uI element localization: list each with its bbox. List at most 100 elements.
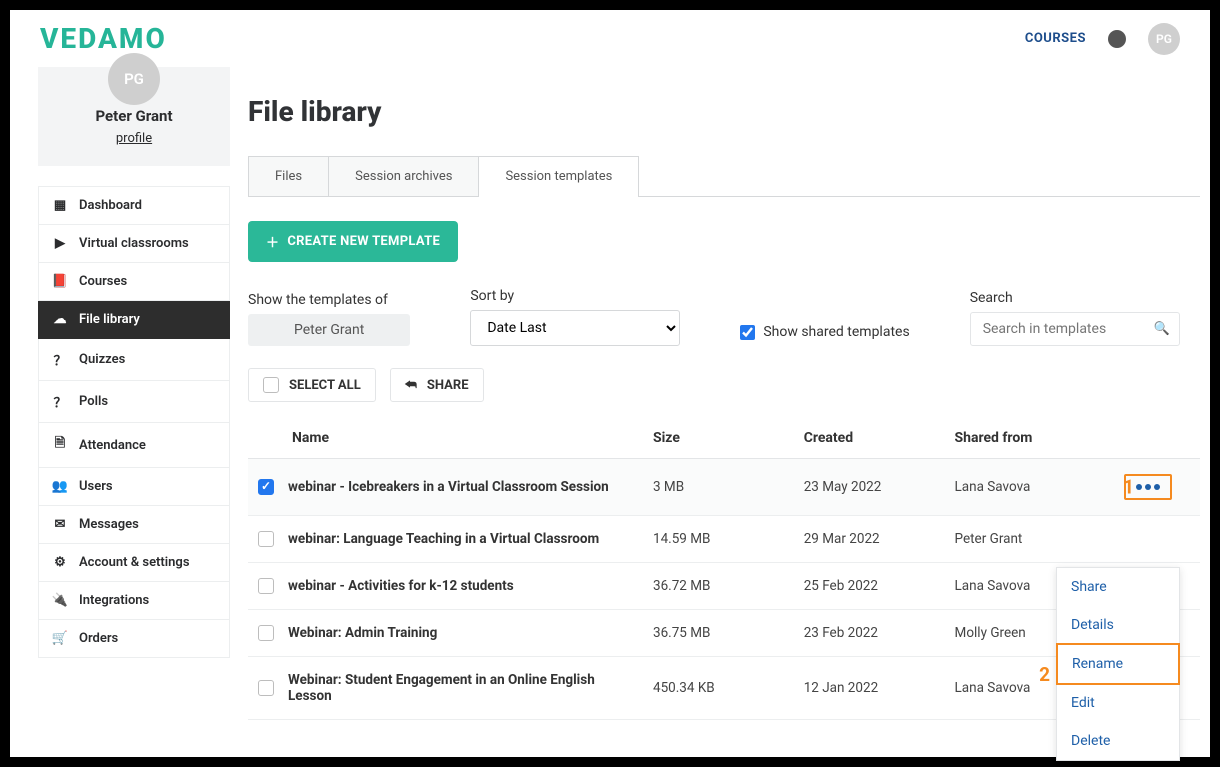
tab-session-templates[interactable]: Session templates <box>478 156 639 196</box>
nav-icon: ▶ <box>53 236 67 251</box>
profile-link[interactable]: profile <box>116 131 152 146</box>
row-size: 3 MB <box>643 459 794 516</box>
shared-templates-label: Show shared templates <box>763 324 909 340</box>
sort-select[interactable]: Date Last <box>470 310 680 346</box>
row-created: 12 Jan 2022 <box>794 657 945 720</box>
sidebar-item-label: Users <box>79 479 113 494</box>
nav-icon: ✉ <box>53 517 67 532</box>
sidebar-item-account-settings[interactable]: ⚙ Account & settings <box>38 544 230 582</box>
row-checkbox[interactable] <box>258 578 274 594</box>
tab-files[interactable]: Files <box>248 156 329 196</box>
create-template-label: CREATE NEW TEMPLATE <box>287 234 440 249</box>
share-button[interactable]: ⮪ SHARE <box>390 368 484 402</box>
sidebar-item-label: Quizzes <box>79 352 125 367</box>
tab-session-archives[interactable]: Session archives <box>328 156 479 196</box>
row-checkbox[interactable] <box>258 625 274 641</box>
sidebar-item-label: Virtual classrooms <box>79 236 189 251</box>
user-avatar[interactable]: PG <box>1148 23 1180 55</box>
shared-templates-checkbox[interactable] <box>740 325 755 340</box>
select-all-button[interactable]: SELECT ALL <box>248 368 376 402</box>
menu-item-edit[interactable]: Edit <box>1057 684 1179 722</box>
annotation-2: 2 <box>1039 663 1050 686</box>
brand-logo[interactable]: VEDAMO <box>40 22 167 55</box>
sidebar-item-courses[interactable]: 📕 Courses <box>38 263 230 301</box>
globe-icon[interactable] <box>1108 30 1126 48</box>
row-size: 36.72 MB <box>643 563 794 610</box>
row-shared: Peter Grant <box>945 516 1114 563</box>
plus-icon: ＋ <box>266 232 279 251</box>
nav-icon: 🔌 <box>53 593 67 608</box>
table-row[interactable]: webinar: Language Teaching in a Virtual … <box>248 516 1200 563</box>
row-size: 450.34 KB <box>643 657 794 720</box>
profile-name: Peter Grant <box>48 107 220 125</box>
sidebar-item-label: Messages <box>79 517 139 532</box>
sidebar-item-integrations[interactable]: 🔌 Integrations <box>38 582 230 620</box>
menu-item-delete[interactable]: Delete <box>1057 722 1179 760</box>
row-created: 23 May 2022 <box>794 459 945 516</box>
sidebar-item-label: Integrations <box>79 593 149 608</box>
row-name: Webinar: Student Engagement in an Online… <box>288 672 633 704</box>
row-name: webinar - Icebreakers in a Virtual Class… <box>288 479 609 495</box>
sidebar-item-attendance[interactable]: 🗎 Attendance <box>38 423 230 468</box>
sidebar-item-dashboard[interactable]: ▦Dashboard <box>38 186 230 225</box>
nav-icon: 🗎 <box>53 434 67 456</box>
row-name: webinar - Activities for k-12 students <box>288 578 514 594</box>
nav-icon: ☁ <box>53 312 67 327</box>
sidebar-item-users[interactable]: 👥 Users <box>38 468 230 506</box>
row-actions-menu: ShareDetailsRenameEditDelete <box>1056 567 1180 761</box>
annotation-1: 1 <box>1123 476 1134 499</box>
sidebar-item-label: Account & settings <box>79 555 190 570</box>
row-shared: Lana Savova <box>945 459 1114 516</box>
create-template-button[interactable]: ＋ CREATE NEW TEMPLATE <box>248 221 458 262</box>
select-all-checkbox[interactable] <box>263 377 279 393</box>
sidebar-item-messages[interactable]: ✉ Messages <box>38 506 230 544</box>
shared-templates-toggle[interactable]: Show shared templates <box>740 324 909 346</box>
row-checkbox[interactable] <box>258 479 274 495</box>
nav-icon: 👥 <box>53 479 67 494</box>
sidebar-item-polls[interactable]: ？ Polls <box>38 381 230 423</box>
row-name: webinar: Language Teaching in a Virtual … <box>288 531 599 547</box>
sidebar-item-label: Orders <box>79 631 118 646</box>
share-label: SHARE <box>427 378 469 393</box>
sort-label: Sort by <box>470 288 680 304</box>
sidebar-item-label: Polls <box>79 394 108 409</box>
nav-icon: 🛒 <box>53 631 67 646</box>
sidebar-item-file-library[interactable]: ☁ File library <box>38 301 230 339</box>
owner-filter-label: Show the templates of <box>248 292 410 308</box>
profile-avatar: PG <box>108 53 160 105</box>
sidebar-item-label: File library <box>79 312 140 327</box>
sidebar-item-label: Courses <box>79 274 127 289</box>
row-created: 29 Mar 2022 <box>794 516 945 563</box>
row-name: Webinar: Admin Training <box>288 625 437 641</box>
table-row[interactable]: webinar - Icebreakers in a Virtual Class… <box>248 459 1200 516</box>
menu-item-share[interactable]: Share <box>1057 568 1179 606</box>
col-size[interactable]: Size <box>643 418 794 459</box>
menu-item-rename[interactable]: Rename <box>1056 643 1180 685</box>
owner-filter-value[interactable]: Peter Grant <box>248 314 410 346</box>
menu-item-details[interactable]: Details <box>1057 606 1179 644</box>
search-icon: 🔍 <box>1154 322 1170 337</box>
nav-icon: ▦ <box>53 198 67 213</box>
nav-icon: ⚙ <box>53 555 67 570</box>
sidebar-item-quizzes[interactable]: ？ Quizzes <box>38 339 230 381</box>
sidebar-item-label: Attendance <box>79 438 146 453</box>
col-shared[interactable]: Shared from <box>945 418 1114 459</box>
page-title: File library <box>248 95 1200 128</box>
row-size: 14.59 MB <box>643 516 794 563</box>
sidebar-item-orders[interactable]: 🛒 Orders <box>38 620 230 658</box>
select-all-label: SELECT ALL <box>289 378 361 393</box>
row-checkbox[interactable] <box>258 531 274 547</box>
search-label: Search <box>970 290 1180 306</box>
share-icon: ⮪ <box>405 378 417 393</box>
nav-icon: ？ <box>53 392 67 411</box>
nav-icon: ？ <box>53 350 67 369</box>
sidebar-item-virtual-classrooms[interactable]: ▶ Virtual classrooms <box>38 225 230 263</box>
search-input[interactable] <box>970 312 1180 346</box>
top-nav-courses[interactable]: COURSES <box>1025 31 1086 46</box>
col-name[interactable]: Name <box>248 418 643 459</box>
col-created[interactable]: Created <box>794 418 945 459</box>
row-checkbox[interactable] <box>258 680 274 696</box>
profile-card: PG Peter Grant profile <box>38 67 230 166</box>
row-size: 36.75 MB <box>643 610 794 657</box>
nav-icon: 📕 <box>53 274 67 289</box>
